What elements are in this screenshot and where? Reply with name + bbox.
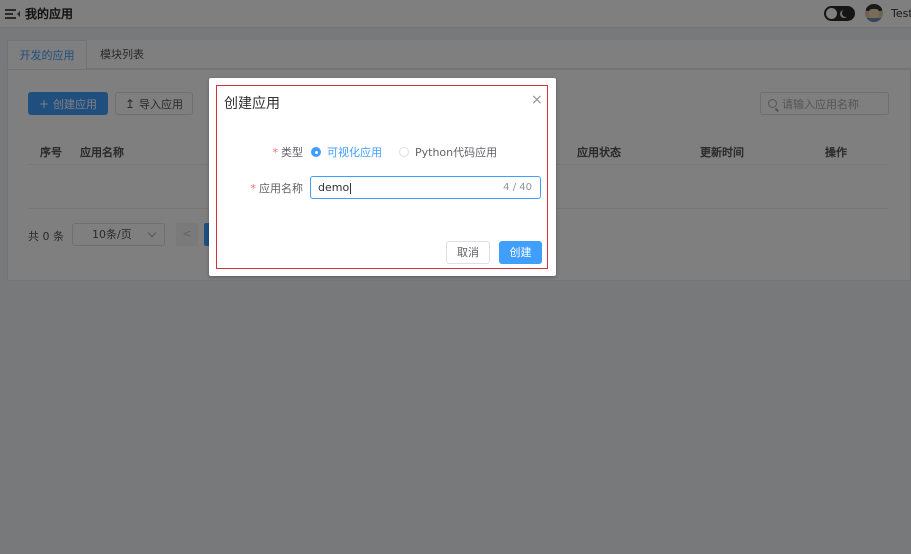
create-button[interactable]: 创建 xyxy=(499,241,542,264)
radio-unchecked-icon xyxy=(399,147,409,157)
radio-checked-icon xyxy=(311,147,321,157)
app-name-label: * 应用名称 xyxy=(250,182,304,195)
app-name-value: demo xyxy=(318,181,350,194)
close-icon[interactable]: × xyxy=(531,92,543,108)
radio-python-app-label: Python代码应用 xyxy=(415,146,498,159)
text-caret xyxy=(350,182,352,194)
radio-visual-app[interactable]: 可视化应用 xyxy=(311,144,382,160)
create-app-dialog: 创建应用 × * 类型 可视化应用 Python代码应用 * 应用名称 demo 4… xyxy=(209,78,556,276)
dialog-title: 创建应用 xyxy=(224,96,280,112)
char-counter: 4 / 40 xyxy=(503,182,532,193)
radio-python-app[interactable]: Python代码应用 xyxy=(399,144,497,160)
app-name-input[interactable]: demo 4 / 40 xyxy=(310,176,541,199)
cancel-button[interactable]: 取消 xyxy=(446,241,490,264)
type-label: * 类型 xyxy=(272,146,304,159)
radio-visual-app-label: 可视化应用 xyxy=(327,146,382,159)
